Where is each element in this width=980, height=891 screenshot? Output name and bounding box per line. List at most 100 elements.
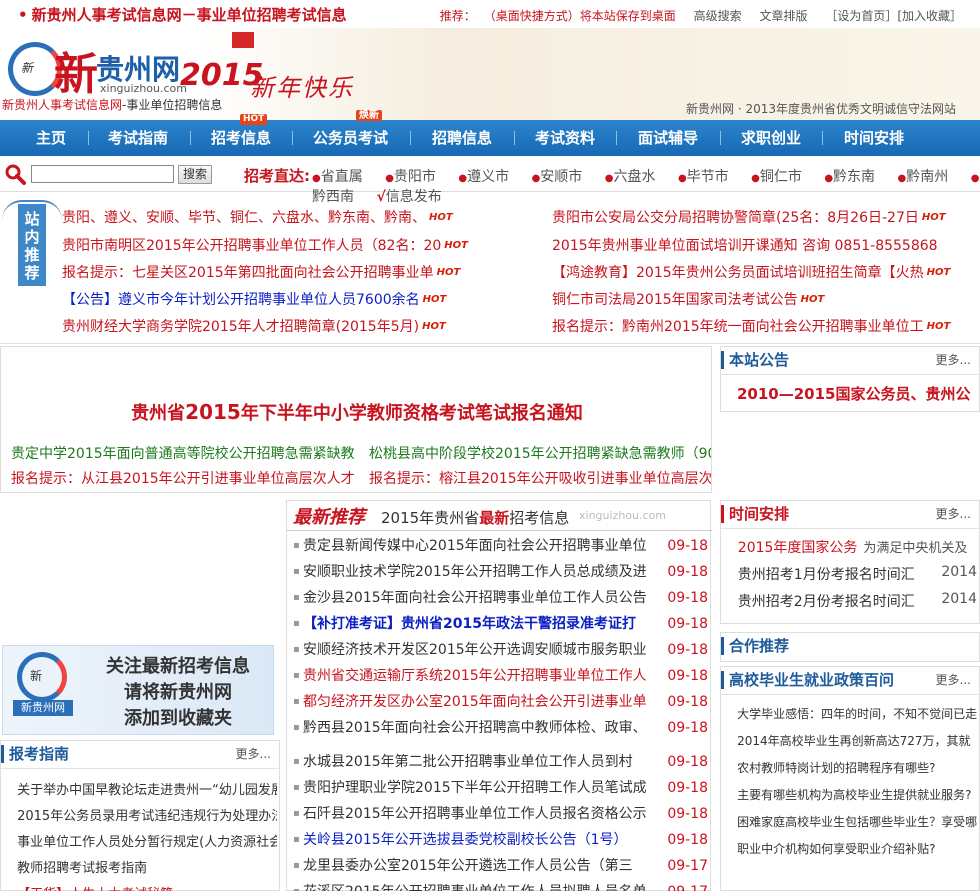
latest-item[interactable]: ▪ 金沙县2015年面向社会公开招聘事业单位工作人员公告 09-18	[287, 585, 712, 611]
latest-item-title[interactable]: 贵阳护理职业学院2015下半年公开招聘工作人员笔试成	[303, 775, 648, 801]
bullet-icon: ▪	[293, 879, 300, 891]
latest-item-title[interactable]: 安顺职业技术学院2015年公开招聘工作人员总成绩及进	[303, 559, 648, 585]
latest-item[interactable]: ▪ 黔西县2015年面向社会公开招聘高中教师体检、政审、 09-18	[287, 715, 712, 741]
city-link[interactable]: ●毕节市	[678, 169, 738, 185]
rec-link[interactable]: 【公告】遵义市今年计划公开招聘事业单位人员7600余名 HOT	[62, 287, 492, 313]
guide-item[interactable]: ▪关于举办中国早教论坛走进贵州一“幼儿园发展	[17, 779, 277, 798]
article-layout-link[interactable]: 文章排版	[759, 9, 807, 23]
latest-item-title[interactable]: 花溪区2015年公开招聘事业单位工作人员拟聘人员名单	[303, 879, 648, 891]
latest-item[interactable]: ▪ 安顺职业技术学院2015年公开招聘工作人员总成绩及进 09-18	[287, 559, 712, 585]
nav-schedule[interactable]: 时间安排	[844, 120, 904, 156]
latest-item-title[interactable]: 金沙县2015年面向社会公开招聘事业单位工作人员公告	[303, 585, 648, 611]
latest-item[interactable]: ▪ 【补打准考证】贵州省2015年政法干警招录准考证打 09-18	[287, 611, 712, 637]
latest-item[interactable]: ▪ 龙里县委办公室2015年公开遴选工作人员公告（第三 09-17	[287, 853, 712, 879]
latest-item-title[interactable]: 关岭县2015年公开选拔县委党校副校长公告（1号）	[303, 827, 648, 853]
latest-item-title[interactable]: 【补打准考证】贵州省2015年政法干警招录准考证打	[303, 611, 648, 637]
policy-item[interactable]: ▪困难家庭高校毕业生包括哪些毕业生？享受哪	[737, 813, 977, 830]
policy-item[interactable]: ▪农村教师特岗计划的招聘程序有哪些?	[737, 759, 977, 776]
schedule-item-title[interactable]: 贵州招考2月份考报名时间汇	[738, 594, 915, 610]
policy-item[interactable]: ▪职业中介机构如何享受职业介绍补贴?	[737, 840, 977, 857]
latest-item[interactable]: ▪花溪区2015年公开招聘事业单位工作人员拟聘人员名单 09-17	[287, 879, 712, 891]
top-bar: • 新贵州人事考试信息网－事业单位招聘考试信息 推荐： （桌面快捷方式）将本站保存到…	[0, 0, 980, 28]
city-link[interactable]: ●安顺市	[532, 169, 592, 185]
festival-art: 新年快乐	[250, 74, 354, 102]
nav-hiring-info[interactable]: 招聘信息	[432, 120, 492, 156]
rec-link[interactable]: 铜仁市司法局2015年国家司法考试公告 HOT	[552, 287, 980, 313]
schedule-item-title[interactable]: 2015年度国家公务	[738, 540, 858, 556]
latest-item-title[interactable]: 都匀经济开发区办公室2015年面向社会公开引进事业单	[303, 689, 648, 715]
latest-item[interactable]: ▪ 贵阳护理职业学院2015下半年公开招聘工作人员笔试成 09-18	[287, 775, 712, 801]
guide-item[interactable]: ▪事业单位工作人员处分暂行规定(人力资源社会保	[17, 831, 277, 850]
site-slogan[interactable]: • 新贵州人事考试信息网－事业单位招聘考试信息	[18, 4, 347, 25]
city-link[interactable]: ●铜仁市	[751, 169, 811, 185]
latest-item-title[interactable]: 贵州省交通运输厅系统2015年公开招聘事业单位工作人	[303, 663, 648, 689]
city-link[interactable]: ●黔东南	[824, 169, 884, 185]
guide-more-link[interactable]: 更多...	[236, 741, 271, 767]
nav-home[interactable]: 主页	[36, 120, 66, 156]
headline-link[interactable]: 报名提示：从江县2015年公开引进事业单位高层次人才	[11, 468, 359, 488]
latest-item-title[interactable]: 黔西县2015年面向社会公开招聘高中教师体检、政审、	[303, 715, 648, 741]
search-button[interactable]: 搜索	[178, 165, 212, 184]
latest-item[interactable]: ▪ 关岭县2015年公开选拔县委党校副校长公告（1号） 09-18	[287, 827, 712, 853]
latest-item-title[interactable]: 水城县2015年第二批公开招聘事业单位工作人员到村	[303, 749, 648, 775]
nav-recruit-info[interactable]: 招考信息	[211, 120, 271, 156]
rec-link[interactable]: 2015年贵州事业单位面试培训开课通知 咨询 0851-8555868	[552, 233, 980, 259]
schedule-item-title[interactable]: 贵州招考1月份考报名时间汇	[738, 567, 915, 583]
policy-item[interactable]: ▪大学毕业感悟：四年的时间，不知不觉间已走	[737, 705, 977, 722]
latest-item[interactable]: ▪ 贵州省交通运输厅系统2015年公开招聘事业单位工作人 09-18	[287, 663, 712, 689]
policy-more-link[interactable]: 更多...	[936, 667, 971, 693]
latest-item-title[interactable]: 贵定县新闻传媒中心2015年面向社会公开招聘事业单位	[303, 533, 648, 559]
logo-xin[interactable]: 新	[54, 38, 98, 102]
latest-item-title[interactable]: 石阡县2015年公开招聘事业单位工作人员报名资格公示	[303, 801, 648, 827]
schedule-item[interactable]: ▪2015年度国家公务为满足中央机关及	[737, 537, 977, 557]
latest-item-date: 09-18	[667, 754, 708, 770]
headline-link[interactable]: 松桃县高中阶段学校2015年公开招聘紧缺急需教师（90	[369, 443, 711, 463]
rec-link[interactable]: 【鸿途教育】2015年贵州公务员面试培训班招生简章【火热 HOT	[552, 260, 980, 286]
nav-exam-materials[interactable]: 考试资料	[535, 120, 595, 156]
latest-item[interactable]: ▪ 石阡县2015年公开招聘事业单位工作人员报名资格公示 09-18	[287, 801, 712, 827]
city-link[interactable]: ●贵阳市	[385, 169, 445, 185]
latest-item[interactable]: ▪ 贵定县新闻传媒中心2015年面向社会公开招聘事业单位 09-18	[287, 533, 712, 559]
guide-item[interactable]: ▪教师招聘考试报考指南	[17, 857, 277, 876]
set-home-favorite-link[interactable]: ［设为首页］[加入收藏］	[825, 9, 962, 23]
city-link[interactable]: ●遵义市	[458, 169, 518, 185]
schedule-more-link[interactable]: 更多...	[936, 501, 971, 527]
policy-item[interactable]: ▪2014年高校毕业生再创新高达727万，其就	[737, 732, 977, 749]
schedule-item[interactable]: ▪贵州招考2月份考报名时间汇2014	[737, 591, 977, 611]
headline-title[interactable]: 贵州省2015年下半年中小学教师资格考试笔试报名通知	[1, 399, 713, 425]
notice-more-link[interactable]: 更多...	[936, 347, 971, 373]
latest-item-title[interactable]: 安顺经济技术开发区2015年公开选调安顺城市服务职业	[303, 637, 648, 663]
nav-job-startup[interactable]: 求职创业	[741, 120, 801, 156]
notice-item[interactable]: 2010—2015国家公务员、贵州公	[737, 383, 980, 404]
bullet-icon: ▪	[293, 808, 300, 819]
search-row: 搜索 招考直达: ●省直属 ●贵阳市 ●遵义市 ●安顺市 ●六盘水 ●毕节市 ●…	[0, 156, 980, 205]
rec-link[interactable]: 贵阳市公安局公交分局招聘协警简章(25名：8月26日-27日 HOT	[552, 205, 980, 231]
city-link[interactable]: ●省直属	[312, 169, 372, 185]
schedule-item[interactable]: ▪贵州招考1月份考报名时间汇2014	[737, 564, 977, 584]
rec-link[interactable]: 贵阳市南明区2015年公开招聘事业单位工作人员（82名：20 HOT	[62, 233, 492, 259]
partner-header: 合作推荐	[721, 633, 979, 661]
rec-link[interactable]: 报名提示：黔南州2015年统一面向社会公开招聘事业单位工 HOT	[552, 314, 980, 340]
latest-item[interactable]: ▪ 水城县2015年第二批公开招聘事业单位工作人员到村 09-18	[287, 749, 712, 775]
latest-item-title[interactable]: 龙里县委办公室2015年公开遴选工作人员公告（第三	[303, 853, 648, 879]
headline-link[interactable]: 贵定中学2015年面向普通高等院校公开招聘急需紧缺教	[11, 443, 359, 463]
search-input[interactable]	[31, 165, 174, 183]
nav-civil-servant[interactable]: 公务员考试	[313, 120, 388, 156]
guide-item[interactable]: ▪2015年公务员录用考试违纪违规行为处理办法	[17, 805, 277, 824]
headline-link[interactable]: 报名提示：榕江县2015年公开吸收引进事业单位高层次	[369, 468, 711, 488]
policy-item[interactable]: ▪主要有哪些机构为高校毕业生提供就业服务?	[737, 786, 977, 803]
rec-link[interactable]: 贵州财经大学商务学院2015年人才招聘简章(2015年5月) HOT	[62, 314, 492, 340]
nav-interview[interactable]: 面试辅导	[638, 120, 698, 156]
city-link[interactable]: ●黔南州	[898, 169, 958, 185]
rec-link[interactable]: 贵阳、遵义、安顺、毕节、铜仁、六盘水、黔东南、黔南、 HOT	[62, 205, 492, 231]
guide-item[interactable]: ▪【干货】人生十大考试秘籍	[17, 883, 277, 891]
rec-link[interactable]: 报名提示：七星关区2015年第四批面向社会公开招聘事业单 HOT	[62, 260, 492, 286]
city-link[interactable]: ●六盘水	[605, 169, 665, 185]
bookmark-banner[interactable]: 新 新贵州网 关注最新招考信息 请将新贵州网 添加到收藏夹	[2, 645, 274, 735]
guide-box: 报考指南更多... ▪关于举办中国早教论坛走进贵州一“幼儿园发展 ▪2015年公务…	[0, 740, 280, 891]
advanced-search-link[interactable]: 高级搜索	[694, 9, 742, 23]
latest-item[interactable]: ▪ 都匀经济开发区办公室2015年面向社会公开引进事业单 09-18	[287, 689, 712, 715]
desktop-shortcut-link[interactable]: （桌面快捷方式）将本站保存到桌面	[490, 9, 676, 23]
latest-item[interactable]: ▪ 安顺经济技术开发区2015年公开选调安顺城市服务职业 09-18	[287, 637, 712, 663]
nav-exam-guide[interactable]: 考试指南	[108, 120, 168, 156]
